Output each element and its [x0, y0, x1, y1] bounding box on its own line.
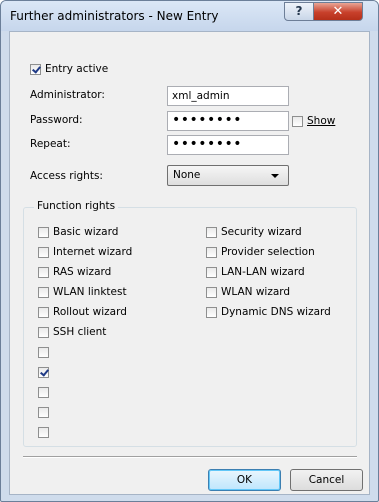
window-title: Further administrators - New Entry: [10, 9, 219, 23]
password-field[interactable]: ••••••••: [167, 111, 289, 131]
dialog-window: Further administrators - New Entry ? ✕ E…: [0, 0, 379, 502]
function-right-checkbox[interactable]: [38, 267, 49, 278]
function-right-checkbox[interactable]: [206, 227, 217, 238]
administrator-input[interactable]: xml_admin: [167, 86, 289, 106]
question-mark-icon: ?: [295, 4, 303, 18]
function-right-label: Basic wizard: [53, 226, 119, 238]
function-right-label: Security wizard: [221, 226, 302, 238]
show-password-label: Show: [307, 115, 335, 127]
function-right-label: WLAN wizard: [221, 286, 291, 298]
repeat-label: Repeat:: [30, 138, 71, 150]
close-button[interactable]: ✕: [313, 2, 363, 21]
function-right-checkbox[interactable]: [206, 267, 217, 278]
ok-button[interactable]: OK: [208, 469, 281, 491]
function-right-label: RAS wizard: [53, 266, 112, 278]
function-right-label: Dynamic DNS wizard: [221, 306, 331, 318]
function-right-checkbox[interactable]: [38, 387, 49, 398]
function-right-label: SSH client: [53, 326, 107, 338]
show-password-label-text: Show: [307, 115, 336, 127]
chevron-down-icon: [271, 174, 279, 178]
entry-active-checkbox[interactable]: [30, 64, 41, 75]
access-rights-select[interactable]: None: [167, 165, 289, 186]
repeat-password-field[interactable]: ••••••••: [167, 135, 289, 155]
function-right-label: Internet wizard: [53, 246, 133, 258]
title-bar[interactable]: Further administrators - New Entry ? ✕: [1, 1, 378, 31]
separator: [23, 456, 357, 458]
function-right-label: LAN-LAN wizard: [221, 266, 305, 278]
function-right-checkbox[interactable]: [38, 287, 49, 298]
access-rights-label: Access rights:: [30, 170, 103, 182]
dialog-content: Entry active Administrator: xml_admin Pa…: [9, 31, 370, 495]
function-right-checkbox[interactable]: [38, 427, 49, 438]
function-right-checkbox[interactable]: [206, 287, 217, 298]
function-right-checkbox[interactable]: [38, 307, 49, 318]
function-right-label: Rollout wizard: [53, 306, 127, 318]
cancel-button[interactable]: Cancel: [290, 469, 363, 491]
function-right-checkbox[interactable]: [206, 247, 217, 258]
entry-active-label: Entry active: [45, 63, 109, 75]
repeat-label-text: Repeat:: [30, 138, 71, 150]
function-right-checkbox[interactable]: [38, 407, 49, 418]
administrator-label: Administrator:: [30, 89, 105, 101]
password-label: Password:: [30, 114, 83, 126]
function-right-checkbox[interactable]: [38, 347, 49, 358]
function-right-label: WLAN linktest: [53, 286, 127, 298]
function-right-checkbox[interactable]: [38, 367, 49, 378]
function-right-label: Provider selection: [221, 246, 315, 258]
function-right-checkbox[interactable]: [38, 227, 49, 238]
show-password-checkbox[interactable]: [292, 116, 303, 127]
function-right-checkbox[interactable]: [38, 327, 49, 338]
help-button[interactable]: ?: [284, 2, 314, 21]
function-right-checkbox[interactable]: [38, 247, 49, 258]
function-right-checkbox[interactable]: [206, 307, 217, 318]
close-icon: ✕: [332, 4, 344, 19]
function-rights-title: Function rights: [34, 200, 119, 212]
access-rights-value: None: [173, 169, 201, 181]
